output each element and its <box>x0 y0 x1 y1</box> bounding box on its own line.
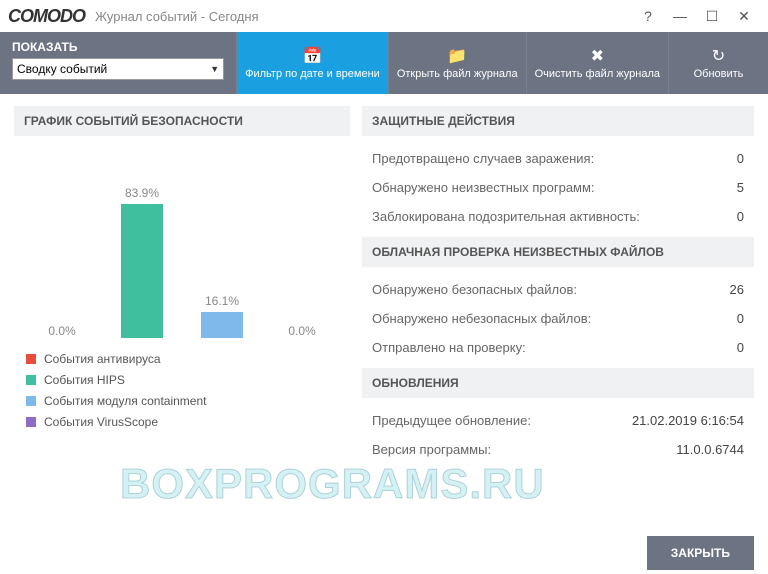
toolbar-btn-label: Очистить файл журнала <box>535 68 660 80</box>
legend-label: События антивируса <box>44 352 161 366</box>
help-icon[interactable]: ? <box>632 2 664 30</box>
stat-label: Версия программы: <box>372 442 491 457</box>
app-logo: COMODO <box>8 6 85 27</box>
stat-label: Отправлено на проверку: <box>372 340 526 355</box>
stat-label: Обнаружено неизвестных программ: <box>372 180 595 195</box>
chart-bar: 0.0% <box>272 324 332 338</box>
toolbar-btn-label: Открыть файл журнала <box>397 68 518 80</box>
stat-value: 26 <box>730 282 744 297</box>
stat-value: 0 <box>737 151 744 166</box>
legend-item: События HIPS <box>26 373 338 387</box>
main-content: ГРАФИК СОБЫТИЙ БЕЗОПАСНОСТИ 0.0% 83.9% 16.… <box>0 94 768 534</box>
stat-row: Обнаружено небезопасных файлов: 0 <box>362 304 754 333</box>
view-selector-panel: ПОКАЗАТЬ Сводку событий ▼ <box>0 32 236 94</box>
legend-swatch <box>26 375 36 385</box>
stat-value: 0 <box>737 340 744 355</box>
stat-row: Отправлено на проверку: 0 <box>362 333 754 362</box>
stat-label: Предотвращено случаев заражения: <box>372 151 594 166</box>
stat-row: Предотвращено случаев заражения: 0 <box>362 144 754 173</box>
updates-section-title: ОБНОВЛЕНИЯ <box>362 368 754 398</box>
view-selector-dropdown[interactable]: Сводку событий ▼ <box>12 58 224 80</box>
stat-row: Заблокирована подозрительная активность:… <box>362 202 754 231</box>
footer: ЗАКРЫТЬ <box>0 536 768 570</box>
view-selector-value: Сводку событий <box>17 62 107 76</box>
bar-value-label: 0.0% <box>32 324 92 338</box>
stats-column: ЗАЩИТНЫЕ ДЕЙСТВИЯ Предотвращено случаев … <box>362 106 754 534</box>
minimize-icon[interactable]: — <box>664 2 696 30</box>
chevron-down-icon: ▼ <box>210 64 219 74</box>
defense-section-title: ЗАЩИТНЫЕ ДЕЙСТВИЯ <box>362 106 754 136</box>
stat-value: 0 <box>737 311 744 326</box>
calendar-icon: 📅 <box>303 46 323 66</box>
clear-icon: ✖ <box>591 46 604 66</box>
cloud-section-title: ОБЛАЧНАЯ ПРОВЕРКА НЕИЗВЕСТНЫХ ФАЙЛОВ <box>362 237 754 267</box>
maximize-icon[interactable]: ☐ <box>696 2 728 30</box>
legend-item: События VirusScope <box>26 415 338 429</box>
toolbar: ПОКАЗАТЬ Сводку событий ▼ 📅 Фильтр по да… <box>0 32 768 94</box>
legend-label: События модуля containment <box>44 394 206 408</box>
stat-label: Заблокирована подозрительная активность: <box>372 209 640 224</box>
chart-bar: 83.9% <box>112 204 172 338</box>
stat-value: 5 <box>737 180 744 195</box>
legend-swatch <box>26 417 36 427</box>
stat-row: Обнаружено безопасных файлов: 26 <box>362 275 754 304</box>
open-log-button[interactable]: 📁 Открыть файл журнала <box>388 32 526 94</box>
toolbar-btn-label: Обновить <box>694 68 744 80</box>
legend-swatch <box>26 354 36 364</box>
bar-rect <box>201 312 243 338</box>
chart-section-title: ГРАФИК СОБЫТИЙ БЕЗОПАСНОСТИ <box>14 106 350 136</box>
window-title: Журнал событий - Сегодня <box>95 9 259 24</box>
view-selector-label: ПОКАЗАТЬ <box>12 40 224 54</box>
bar-rect <box>121 204 163 338</box>
legend-item: События антивируса <box>26 352 338 366</box>
legend-label: События VirusScope <box>44 415 158 429</box>
stat-row: Версия программы: 11.0.0.6744 <box>362 435 754 464</box>
stat-value: 0 <box>737 209 744 224</box>
refresh-icon: ↻ <box>712 46 725 66</box>
stat-label: Предыдущее обновление: <box>372 413 531 428</box>
clear-log-button[interactable]: ✖ Очистить файл журнала <box>526 32 668 94</box>
stat-label: Обнаружено безопасных файлов: <box>372 282 577 297</box>
refresh-button[interactable]: ↻ Обновить <box>668 32 768 94</box>
chart-legend: События антивируса События HIPS События мо… <box>14 352 350 429</box>
chart-column: ГРАФИК СОБЫТИЙ БЕЗОПАСНОСТИ 0.0% 83.9% 16.… <box>14 106 350 534</box>
legend-swatch <box>26 396 36 406</box>
bar-value-label: 83.9% <box>112 186 172 200</box>
chart-bar: 16.1% <box>192 312 252 338</box>
chart-bar: 0.0% <box>32 324 92 338</box>
titlebar: COMODO Журнал событий - Сегодня ? — ☐ ✕ <box>0 0 768 32</box>
bar-value-label: 16.1% <box>192 294 252 308</box>
stat-row: Предыдущее обновление: 21.02.2019 6:16:54 <box>362 406 754 435</box>
bar-value-label: 0.0% <box>272 324 332 338</box>
stat-label: Обнаружено небезопасных файлов: <box>372 311 591 326</box>
security-events-chart: 0.0% 83.9% 16.1% 0.0% <box>22 146 342 338</box>
close-icon[interactable]: ✕ <box>728 2 760 30</box>
legend-label: События HIPS <box>44 373 125 387</box>
stat-value: 21.02.2019 6:16:54 <box>632 413 744 428</box>
close-button[interactable]: ЗАКРЫТЬ <box>647 536 754 570</box>
stat-value: 11.0.0.6744 <box>676 442 744 457</box>
folder-icon: 📁 <box>447 46 467 66</box>
legend-item: События модуля containment <box>26 394 338 408</box>
stat-row: Обнаружено неизвестных программ: 5 <box>362 173 754 202</box>
filter-date-button[interactable]: 📅 Фильтр по дате и времени <box>236 32 388 94</box>
toolbar-btn-label: Фильтр по дате и времени <box>245 68 380 80</box>
